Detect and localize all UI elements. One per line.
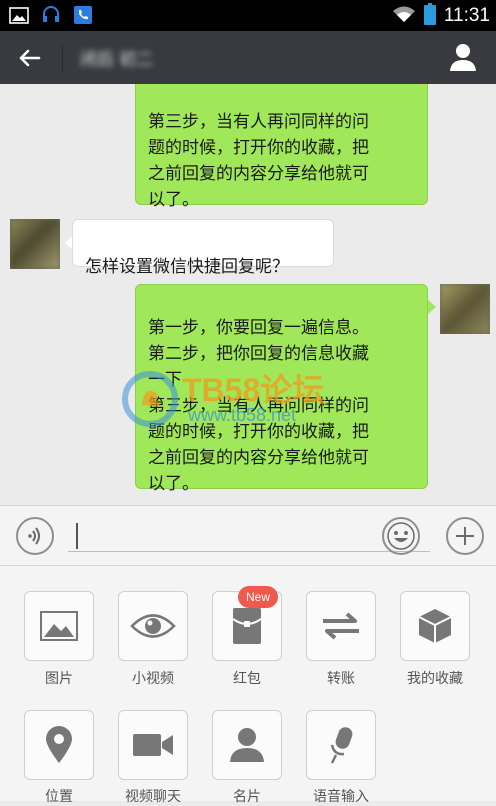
video-camera-icon bbox=[133, 734, 173, 756]
contact-avatar[interactable] bbox=[10, 219, 60, 269]
back-arrow-icon[interactable] bbox=[14, 43, 44, 73]
contact-card-button[interactable] bbox=[212, 710, 282, 780]
voice-icon bbox=[28, 527, 40, 545]
favorites-button[interactable] bbox=[400, 591, 470, 661]
smiley-icon bbox=[387, 522, 415, 550]
my-avatar[interactable] bbox=[440, 284, 490, 334]
contact-card-label: 名片 bbox=[233, 789, 261, 805]
person-card-icon bbox=[230, 728, 264, 762]
location-label: 位置 bbox=[45, 789, 73, 805]
favorites-label: 我的收藏 bbox=[407, 671, 463, 687]
more-options-button[interactable] bbox=[446, 517, 484, 555]
location-pin-icon bbox=[46, 726, 72, 763]
status-time: 11:31 bbox=[443, 5, 490, 26]
message-text: 第三步，当有人再问同样的问 题的时候，打开你的收藏，把 之前回复的内容分享给他就… bbox=[148, 112, 369, 210]
eye-icon bbox=[130, 614, 176, 638]
red-packet-icon bbox=[232, 608, 262, 644]
phone-notification-icon bbox=[72, 5, 94, 25]
red-packet-label: 红包 bbox=[233, 671, 261, 687]
headset-notification-icon bbox=[40, 5, 62, 25]
emoji-button[interactable] bbox=[382, 517, 420, 555]
video-chat-label: 视频聊天 bbox=[125, 789, 181, 805]
short-video-button[interactable] bbox=[118, 591, 188, 661]
message-input[interactable] bbox=[68, 521, 430, 552]
wifi-icon bbox=[392, 5, 416, 27]
voice-input-label: 语音输入 bbox=[313, 789, 369, 805]
gallery-notification-icon bbox=[8, 5, 30, 25]
battery-icon bbox=[423, 3, 436, 29]
header-divider bbox=[62, 45, 63, 71]
short-video-label: 小视频 bbox=[132, 671, 174, 687]
voice-toggle-button[interactable] bbox=[16, 517, 54, 555]
transfer-label: 转账 bbox=[327, 671, 355, 687]
picture-icon bbox=[40, 611, 78, 641]
input-bar bbox=[0, 505, 496, 566]
new-badge: New bbox=[238, 586, 279, 608]
transfer-button[interactable] bbox=[306, 591, 376, 661]
text-cursor bbox=[76, 523, 78, 549]
attachment-panel: 图片 小视频 New 红包 转账 我的收藏 位置 视频聊天 名片 语音输入 bbox=[0, 566, 496, 805]
picture-label: 图片 bbox=[45, 671, 73, 687]
cube-icon bbox=[418, 609, 452, 643]
message-text: 怎样设置微信快捷回复呢？ bbox=[85, 257, 289, 277]
contact-name: 闭后 初二 bbox=[80, 50, 154, 70]
message-list[interactable]: 第三步，当有人再问同样的问 题的时候，打开你的收藏，把 之前回复的内容分享给他就… bbox=[0, 84, 496, 505]
status-bar: 11:31 bbox=[0, 0, 496, 31]
plus-icon bbox=[456, 527, 474, 545]
message-bubble-received[interactable]: 怎样设置微信快捷回复呢？ bbox=[72, 219, 334, 277]
chat-header: 闭后 初二 bbox=[0, 31, 496, 84]
location-button[interactable] bbox=[24, 710, 94, 780]
transfer-icon bbox=[323, 612, 359, 640]
video-chat-button[interactable] bbox=[118, 710, 188, 780]
bubble-tail bbox=[428, 300, 436, 314]
microphone-icon bbox=[330, 727, 353, 764]
voice-input-button[interactable] bbox=[306, 710, 376, 780]
message-bubble-sent[interactable]: 第一步，你要回复一遍信息。 第二步，把你回复的信息收藏 一下 第三步，当有人再问… bbox=[135, 284, 428, 494]
message-bubble-sent[interactable]: 第三步，当有人再问同样的问 题的时候，打开你的收藏，把 之前回复的内容分享给他就… bbox=[135, 84, 428, 210]
picture-button[interactable] bbox=[24, 591, 94, 661]
contact-profile-icon[interactable] bbox=[448, 42, 478, 72]
message-text: 第一步，你要回复一遍信息。 第二步，把你回复的信息收藏 一下 第三步，当有人再问… bbox=[148, 318, 369, 494]
